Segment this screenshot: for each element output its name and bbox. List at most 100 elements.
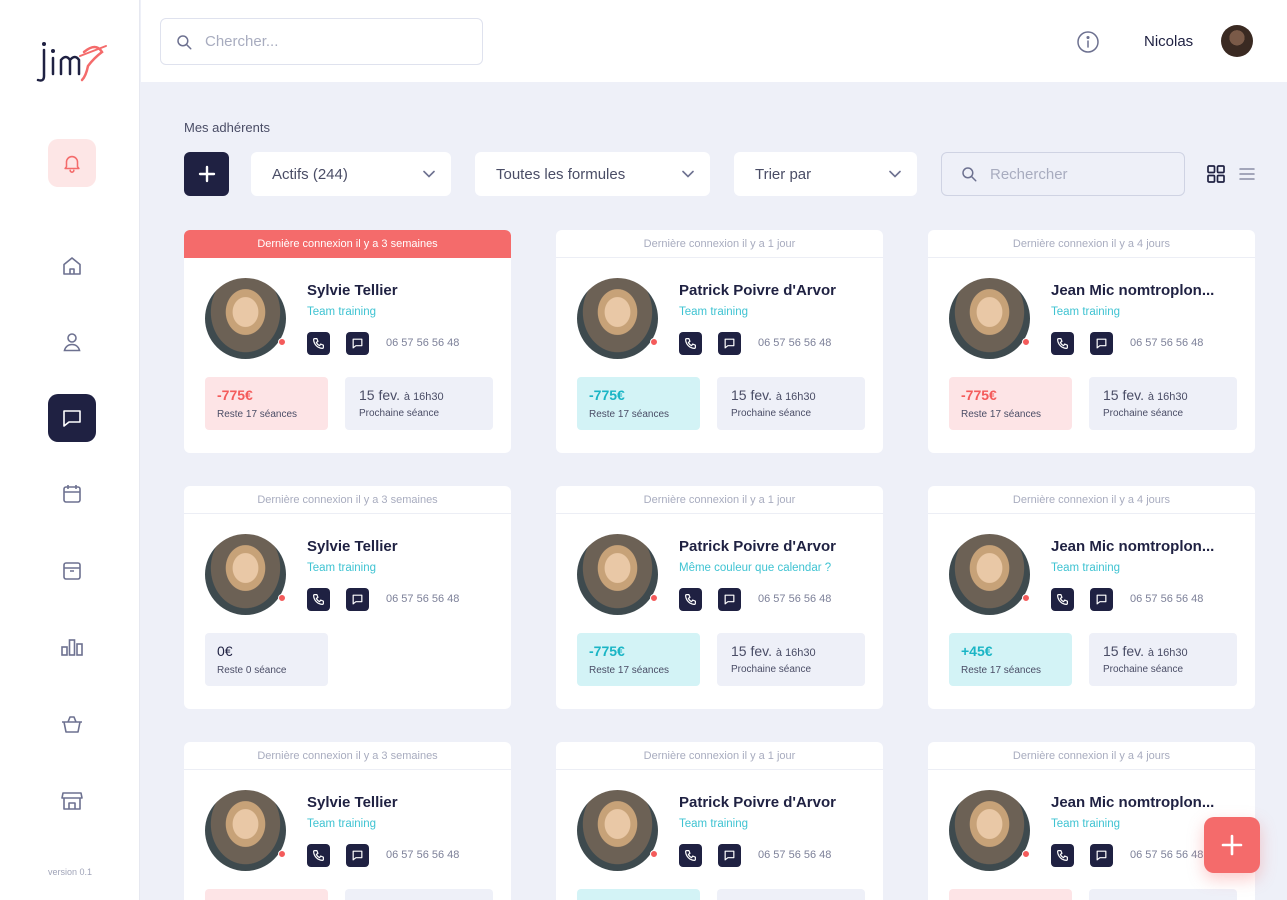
call-button[interactable] — [307, 844, 330, 867]
list-view-icon[interactable] — [1238, 165, 1256, 183]
sidebar-item-archive[interactable] — [48, 547, 96, 595]
member-name[interactable]: Patrick Poivre d'Arvor — [679, 282, 836, 299]
member-phone: 06 57 56 56 48 — [386, 593, 460, 605]
next-session-date: 15 fev. — [731, 643, 772, 659]
next-session-time: à 16h30 — [403, 391, 444, 403]
member-phone: 06 57 56 56 48 — [1130, 337, 1204, 349]
sidebar-item-stats[interactable] — [48, 623, 96, 671]
message-icon — [1096, 338, 1107, 349]
message-button[interactable] — [346, 588, 369, 611]
message-button[interactable] — [718, 844, 741, 867]
top-bar: Nicolas — [141, 0, 1287, 82]
member-name[interactable]: Sylvie Tellier — [307, 794, 398, 811]
last-login-banner: Dernière connexion il y a 1 jour — [556, 230, 883, 258]
status-dot — [278, 338, 286, 346]
member-card[interactable]: Dernière connexion il y a 3 semaines Sylv… — [184, 486, 511, 709]
phone-icon — [1057, 594, 1068, 605]
member-card[interactable]: Dernière connexion il y a 3 semaines Sylv… — [184, 230, 511, 453]
member-search-input[interactable] — [990, 165, 1170, 183]
member-phone: 06 57 56 56 48 — [386, 337, 460, 349]
member-name[interactable]: Patrick Poivre d'Arvor — [679, 538, 836, 555]
message-button[interactable] — [718, 332, 741, 355]
status-filter-select[interactable]: Actifs (244) — [251, 152, 451, 196]
sidebar-item-messages[interactable] — [48, 394, 96, 442]
message-button[interactable] — [1090, 332, 1113, 355]
member-card[interactable]: Dernière connexion il y a 1 jour Patrick … — [556, 486, 883, 709]
sidebar-item-notifications[interactable] — [48, 139, 96, 187]
member-phone: 06 57 56 56 48 — [1130, 593, 1204, 605]
member-card[interactable]: Dernière connexion il y a 4 jours Jean Mi… — [928, 230, 1255, 453]
member-name[interactable]: Jean Mic nomtroplon... — [1051, 538, 1214, 555]
member-formula: Team training — [679, 818, 749, 830]
sidebar-item-home[interactable] — [48, 242, 96, 290]
sort-select[interactable]: Trier par — [734, 152, 917, 196]
formula-filter-select[interactable]: Toutes les formules — [475, 152, 710, 196]
basket-icon — [62, 716, 82, 733]
message-icon — [352, 594, 363, 605]
sidebar: version 0.1 — [0, 0, 140, 900]
call-button[interactable] — [679, 588, 702, 611]
member-search[interactable] — [941, 152, 1185, 196]
user-icon — [63, 333, 81, 352]
message-button[interactable] — [1090, 588, 1113, 611]
member-name[interactable]: Sylvie Tellier — [307, 282, 398, 299]
status-dot — [1022, 850, 1030, 858]
phone-icon — [313, 594, 324, 605]
member-name[interactable]: Jean Mic nomtroplon... — [1051, 282, 1214, 299]
member-photo — [949, 278, 1030, 359]
user-name[interactable]: Nicolas — [1144, 33, 1193, 50]
message-button[interactable] — [346, 332, 369, 355]
sidebar-item-shop[interactable] — [48, 700, 96, 748]
call-button[interactable] — [679, 332, 702, 355]
call-button[interactable] — [307, 588, 330, 611]
member-formula: Team training — [307, 818, 377, 830]
last-login-banner: Dernière connexion il y a 3 semaines — [184, 742, 511, 770]
info-icon[interactable] — [1076, 30, 1100, 54]
bar-chart-icon — [61, 639, 83, 656]
next-session-date: 15 fev. — [1103, 387, 1144, 403]
call-button[interactable] — [1051, 332, 1074, 355]
balance-badge — [205, 889, 328, 900]
call-button[interactable] — [679, 844, 702, 867]
message-icon — [724, 338, 735, 349]
status-filter-value: Actifs (244) — [272, 165, 348, 183]
chevron-down-icon — [889, 170, 901, 178]
sidebar-item-members[interactable] — [48, 318, 96, 366]
floating-add-button[interactable] — [1204, 817, 1260, 873]
member-card[interactable]: Dernière connexion il y a 3 semaines Sylv… — [184, 742, 511, 900]
grid-view-icon[interactable] — [1206, 164, 1226, 184]
home-icon — [63, 257, 81, 275]
global-search[interactable] — [160, 18, 483, 65]
member-name[interactable]: Patrick Poivre d'Arvor — [679, 794, 836, 811]
member-card[interactable]: Dernière connexion il y a 1 jour Patrick … — [556, 230, 883, 453]
sidebar-item-store[interactable] — [48, 777, 96, 825]
add-member-button[interactable] — [184, 152, 229, 196]
message-button[interactable] — [1090, 844, 1113, 867]
call-button[interactable] — [1051, 844, 1074, 867]
status-dot — [650, 338, 658, 346]
status-dot — [278, 594, 286, 602]
member-card[interactable]: Dernière connexion il y a 4 jours Jean Mi… — [928, 486, 1255, 709]
next-session-time: à 16h30 — [775, 647, 816, 659]
sidebar-item-calendar[interactable] — [48, 470, 96, 518]
member-formula: Team training — [1051, 306, 1121, 318]
global-search-input[interactable] — [205, 33, 445, 50]
next-session — [1089, 889, 1237, 900]
call-button[interactable] — [307, 332, 330, 355]
member-phone: 06 57 56 56 48 — [1130, 849, 1204, 861]
formula-filter-value: Toutes les formules — [496, 165, 626, 183]
member-formula: Team training — [1051, 818, 1121, 830]
sessions-remaining: Reste 17 séances — [961, 665, 1042, 676]
member-name[interactable]: Jean Mic nomtroplon... — [1051, 794, 1214, 811]
jim-logo[interactable] — [36, 36, 108, 84]
message-button[interactable] — [346, 844, 369, 867]
next-session: 15 fev. à 16h30 Prochaine séance — [345, 377, 493, 430]
member-card[interactable]: Dernière connexion il y a 1 jour Patrick … — [556, 742, 883, 900]
user-avatar[interactable] — [1221, 25, 1253, 57]
phone-icon — [1057, 850, 1068, 861]
call-button[interactable] — [1051, 588, 1074, 611]
member-name[interactable]: Sylvie Tellier — [307, 538, 398, 555]
member-photo — [577, 790, 658, 871]
chevron-down-icon — [682, 170, 694, 178]
message-button[interactable] — [718, 588, 741, 611]
